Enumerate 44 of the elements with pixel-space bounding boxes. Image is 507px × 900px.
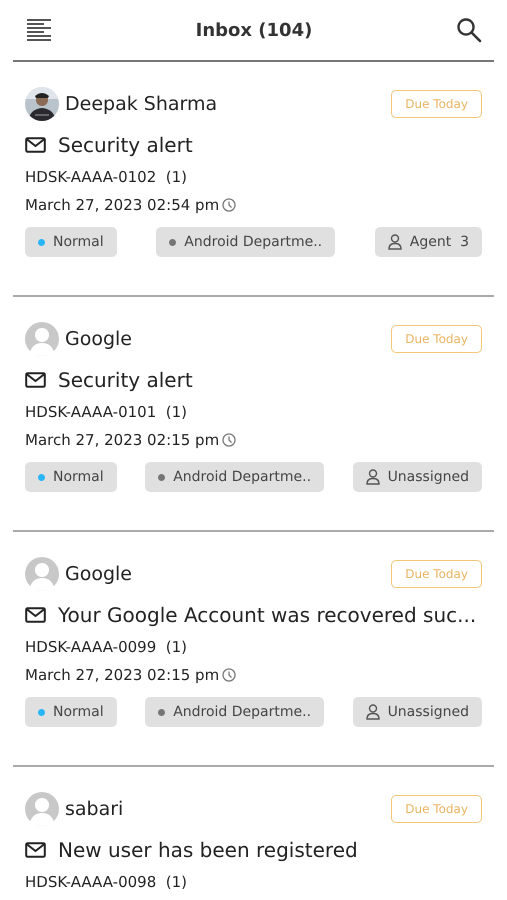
clock-icon [222,433,236,447]
clock-icon [222,668,236,682]
avatar-icon [25,322,59,356]
envelope-icon [25,137,46,153]
ticket-id: HDSK-AAAA-0101 (1) [25,403,188,421]
due-badge: Due Today [391,90,482,118]
sender-name: Google [65,563,134,585]
person-icon [366,704,380,720]
search-icon[interactable] [456,17,482,43]
ticket-id: HDSK-AAAA-0099 (1) [25,638,188,656]
ticket-subject[interactable]: Security alert [58,368,193,392]
due-badge: Due Today [391,560,482,588]
ticket-id: HDSK-AAAA-0098 (1) [25,873,188,891]
person-icon [366,469,380,485]
due-badge: Due Today [391,795,482,823]
sender-name: sabari [65,798,124,820]
department-tag[interactable]: Android Departme.. [145,462,324,492]
sender-name: Deepak Sharma [65,93,218,115]
priority-tag[interactable]: Normal [25,462,117,492]
ticket-subject[interactable]: Security alert [58,133,193,157]
ticket-date: March 27, 2023 02:15 pm [25,666,220,684]
sender-name: Google [65,328,134,350]
ticket-subject[interactable]: New user has been registered [58,838,358,862]
priority-tag[interactable]: Normal [25,227,117,257]
envelope-icon [25,842,46,858]
agent-tag[interactable]: Unassigned [352,697,482,727]
menu-icon[interactable] [26,18,52,42]
inbox-title: Inbox (104) [196,20,312,40]
agent-tag[interactable]: Unassigned [352,462,482,492]
due-badge: Due Today [391,325,482,353]
ticket-id: HDSK-AAAA-0102 (1) [25,168,188,186]
avatar-icon [25,792,59,826]
clock-icon [222,198,236,212]
department-tag[interactable]: Android Departme.. [145,697,324,727]
ticket-subject[interactable]: Your Google Account was recovered suc... [58,603,476,627]
agent-tag[interactable]: Agent 3 [374,227,482,257]
ticket-date: March 27, 2023 02:15 pm [25,431,220,449]
department-tag[interactable]: Android Departme.. [156,227,336,257]
person-icon [388,234,402,250]
envelope-icon [25,607,46,623]
envelope-icon [25,372,46,388]
avatar-icon [25,557,59,591]
ticket-date: March 27, 2023 02:54 pm [25,196,220,214]
priority-tag[interactable]: Normal [25,697,117,727]
